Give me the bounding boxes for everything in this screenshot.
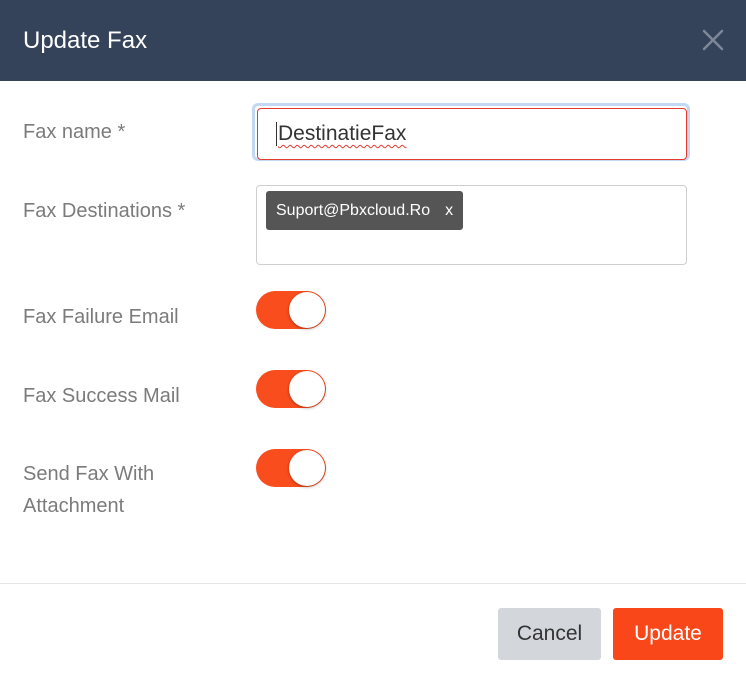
update-fax-dialog: Update Fax Fax name * DestinatieFax Fax … (0, 0, 746, 677)
send-fax-attachment-label-line2: Attachment (23, 495, 125, 517)
fax-destinations-input[interactable]: Suport@Pbxcloud.Ro x (256, 185, 687, 265)
dialog-header: Update Fax (0, 0, 746, 81)
footer-divider (0, 583, 746, 584)
destination-tag-text: Suport@Pbxcloud.Ro (276, 201, 431, 219)
fax-name-input[interactable]: DestinatieFax (257, 108, 687, 160)
toggle-knob (289, 292, 325, 328)
fax-name-label: Fax name * (23, 121, 126, 143)
text-caret (276, 122, 277, 146)
close-button[interactable] (700, 27, 726, 53)
send-fax-with-attachment-toggle[interactable] (256, 449, 326, 487)
toggle-knob (289, 371, 325, 407)
send-fax-attachment-label-line1: Send Fax With (23, 463, 155, 485)
destination-tag-remove-button[interactable]: x (445, 202, 453, 220)
fax-failure-email-label: Fax Failure Email (23, 306, 179, 328)
update-button[interactable]: Update (613, 608, 723, 660)
dialog-title: Update Fax (23, 26, 148, 54)
fax-failure-email-toggle[interactable] (256, 291, 326, 329)
fax-success-mail-toggle[interactable] (256, 370, 326, 408)
fax-success-mail-label: Fax Success Mail (23, 385, 180, 407)
fax-destinations-label: Fax Destinations * (23, 200, 186, 222)
fax-name-value: DestinatieFax (278, 122, 407, 145)
cancel-button[interactable]: Cancel (498, 608, 601, 660)
close-icon (702, 29, 724, 51)
toggle-knob (289, 450, 325, 486)
fax-name-focus-ring: DestinatieFax (252, 103, 690, 161)
destination-tag: Suport@Pbxcloud.Ro x (266, 191, 464, 230)
